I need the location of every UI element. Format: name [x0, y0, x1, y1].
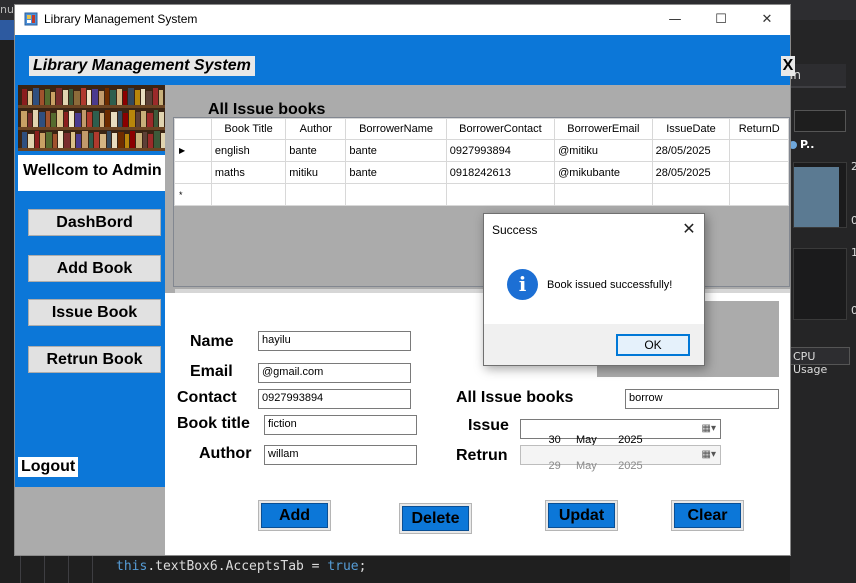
table-cell[interactable]: bante — [345, 161, 447, 184]
table-cell[interactable]: 0927993894 — [445, 139, 556, 162]
table-cell[interactable] — [729, 139, 789, 162]
email-label: Email — [190, 363, 233, 380]
dialog-message: Book issued successfully! — [547, 279, 673, 291]
name-label: Name — [190, 333, 234, 350]
header-title: Library Management System — [29, 56, 255, 76]
bookshelf-image — [18, 85, 165, 151]
table-cell[interactable]: @mitiku — [554, 139, 653, 162]
row-header[interactable] — [174, 161, 212, 184]
welcome-label: Wellcom to Admin — [18, 155, 165, 191]
column-header[interactable]: Book Title — [210, 118, 287, 140]
new-row[interactable]: * — [174, 183, 789, 206]
table-cell[interactable] — [285, 183, 347, 206]
minimize-button[interactable]: — — [652, 5, 698, 35]
email-field[interactable]: @gmail.com — [258, 363, 411, 383]
table-cell[interactable]: @mikubante — [554, 161, 653, 184]
return-date-picker[interactable]: 29 May 2025 ▦▾ — [520, 445, 721, 472]
indent-guide — [92, 556, 93, 583]
code-line[interactable]: this.textBox6.AcceptsTab = true; — [116, 559, 366, 574]
header-close-button[interactable]: X — [781, 56, 795, 76]
table-cell[interactable] — [729, 161, 789, 184]
memory-graph — [793, 162, 847, 228]
table-row[interactable]: maths mitiku bante 0918242613 @mikubante… — [174, 161, 789, 184]
author-field[interactable]: willam — [264, 445, 417, 465]
ide-left-strip — [0, 20, 14, 40]
contact-label: Contact — [177, 389, 237, 406]
indent-guide — [44, 556, 45, 583]
contact-field[interactable]: 0927993894 — [258, 389, 411, 409]
current-row-marker-icon[interactable]: ▶ — [174, 139, 212, 162]
graph-min: 0 — [851, 214, 856, 227]
dashboard-button[interactable]: DashBord — [28, 209, 161, 236]
column-header[interactable]: IssueDate — [651, 118, 731, 140]
table-cell[interactable]: bante — [345, 139, 447, 162]
return-date-label: Retrun — [456, 447, 508, 464]
logout-button[interactable]: Logout — [18, 457, 79, 477]
success-dialog: Success ✕ i Book issued successfully! OK — [483, 213, 705, 366]
calendar-dropdown-icon[interactable]: ▦▾ — [702, 423, 716, 434]
table-cell[interactable]: bante — [285, 139, 347, 162]
header-band: Library Management System X — [15, 35, 795, 85]
indent-guide — [68, 556, 69, 583]
dialog-close-icon[interactable]: ✕ — [679, 219, 699, 238]
maximize-button[interactable]: ☐ — [698, 5, 744, 35]
cpu-usage-tab[interactable]: CPU Usage — [790, 347, 850, 376]
table-cell[interactable] — [445, 183, 556, 206]
table-row[interactable]: ▶ english bante bante 0927993894 @mitiku… — [174, 139, 789, 162]
table-cell[interactable] — [554, 183, 653, 206]
table-cell[interactable] — [729, 183, 789, 206]
sidebar: Wellcom to Admin DashBord Add Book Issue… — [15, 85, 165, 487]
table-cell[interactable] — [210, 183, 287, 206]
return-book-button[interactable]: Retrun Book — [28, 346, 161, 373]
window-title: Library Management System — [44, 12, 198, 26]
new-row-marker-icon[interactable]: * — [174, 183, 212, 206]
table-cell[interactable]: english — [210, 139, 287, 162]
column-header[interactable]: ReturnD — [729, 118, 789, 140]
close-window-button[interactable]: ✕ — [744, 5, 790, 35]
book-title-label: Book title — [177, 415, 250, 432]
title-bar[interactable]: Library Management System — ☐ ✕ — [15, 5, 790, 35]
row-header-corner[interactable] — [174, 118, 212, 140]
add-button[interactable]: Add — [258, 500, 331, 531]
return-date-value: 29 May 2025 — [548, 460, 643, 472]
graph-max: 2 — [851, 160, 856, 173]
cpu-graph-min: 0 — [851, 304, 856, 317]
table-cell[interactable]: maths — [210, 161, 287, 184]
delete-button[interactable]: Delete — [399, 503, 472, 534]
column-header[interactable]: BorrowerName — [345, 118, 447, 140]
all-issue-field[interactable]: borrow — [625, 389, 779, 409]
column-header[interactable]: Author — [285, 118, 347, 140]
column-header[interactable]: BorrowerEmail — [554, 118, 653, 140]
author-label: Author — [199, 445, 252, 462]
issue-date-label: Issue — [468, 417, 509, 434]
all-issue-label: All Issue books — [456, 389, 574, 406]
issue-book-button[interactable]: Issue Book — [28, 299, 161, 326]
cpu-graph — [793, 248, 847, 320]
cpu-graph-max: 1 — [851, 246, 856, 259]
name-field[interactable]: hayilu — [258, 331, 411, 351]
indent-guide — [20, 556, 21, 583]
grid-header-row: Book Title Author BorrowerName BorrowerC… — [174, 118, 789, 140]
table-cell[interactable] — [345, 183, 447, 206]
issue-date-picker[interactable]: 30 May 2025 ▦▾ — [520, 419, 721, 446]
table-cell[interactable]: 0918242613 — [445, 161, 556, 184]
table-cell[interactable] — [651, 183, 731, 206]
info-icon: i — [507, 269, 538, 300]
column-header[interactable]: BorrowerContact — [445, 118, 556, 140]
dialog-footer: OK — [484, 324, 704, 365]
diagnostics-tab[interactable]: in — [790, 64, 846, 88]
dialog-title: Success — [492, 223, 538, 237]
table-cell[interactable]: mitiku — [285, 161, 347, 184]
table-cell[interactable]: 28/05/2025 — [651, 161, 731, 184]
book-title-field[interactable]: fiction — [264, 415, 417, 435]
diagnostics-search-input[interactable] — [794, 110, 846, 132]
app-icon — [24, 12, 38, 26]
table-cell[interactable]: 28/05/2025 — [651, 139, 731, 162]
add-book-button[interactable]: Add Book — [28, 255, 161, 282]
calendar-dropdown-icon[interactable]: ▦▾ — [702, 449, 716, 460]
update-button[interactable]: Updat — [545, 500, 618, 531]
ok-button[interactable]: OK — [616, 334, 690, 356]
process-label: P.. — [800, 138, 815, 151]
clear-button[interactable]: Clear — [671, 500, 744, 531]
